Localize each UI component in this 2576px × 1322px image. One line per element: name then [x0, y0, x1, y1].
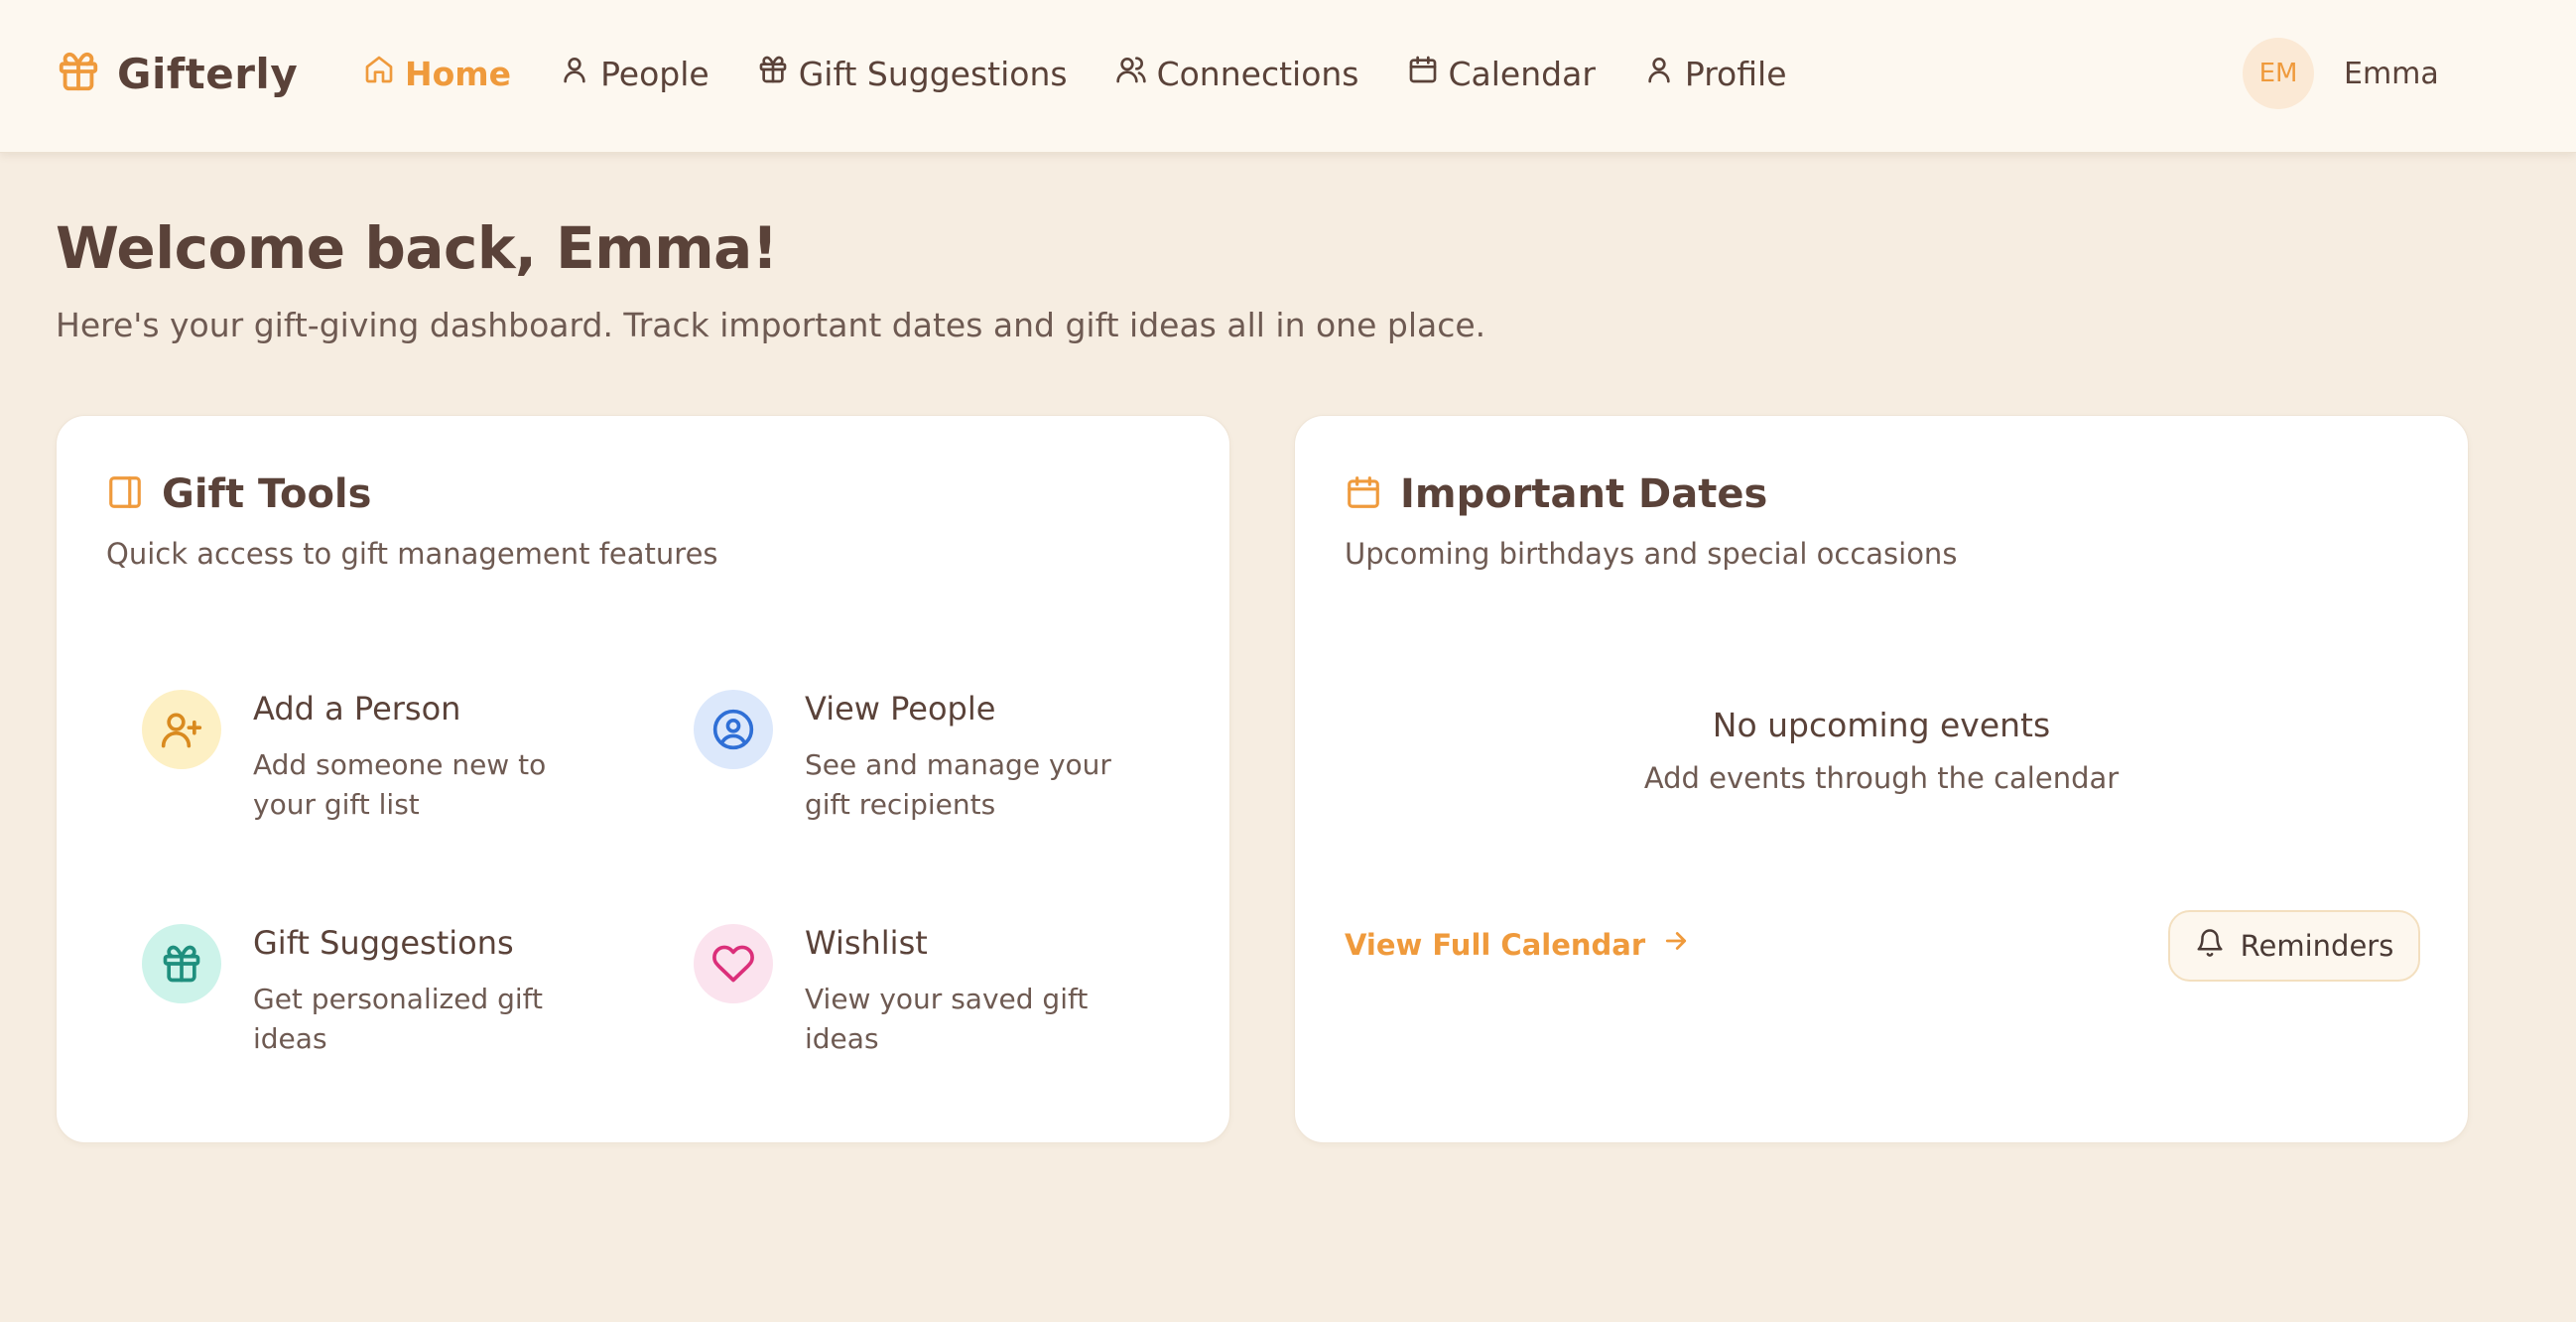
page-subtitle: Here's your gift-giving dashboard. Track… — [56, 306, 1486, 344]
calendar-icon — [1345, 473, 1382, 515]
tool-title: Wishlist — [805, 924, 928, 962]
important-dates-card: Important Dates Upcoming birthdays and s… — [1294, 415, 2469, 1143]
nav-item-label: Calendar — [1448, 54, 1596, 93]
top-navbar: Gifterly Home People Gift Suggestions Co… — [0, 0, 2576, 153]
gift-icon — [142, 924, 221, 1003]
tool-title: Add a Person — [253, 690, 461, 727]
gift-icon — [757, 54, 789, 93]
gift-icon — [56, 49, 101, 98]
calendar-icon — [1407, 54, 1439, 93]
arrow-right-icon — [1661, 926, 1691, 963]
user-name: Emma — [2344, 56, 2439, 91]
empty-state-title: No upcoming events — [1712, 706, 2051, 744]
tool-description: Get personalized gift ideas — [253, 983, 543, 1055]
card-subtitle: Quick access to gift management features — [106, 537, 718, 571]
heart-icon — [694, 924, 773, 1003]
brand-name: Gifterly — [117, 49, 299, 98]
nav-item-home[interactable]: Home — [363, 54, 511, 93]
card-title: Gift Tools — [162, 471, 372, 517]
brand-logo[interactable]: Gifterly — [56, 44, 298, 103]
tool-title: View People — [805, 690, 996, 727]
reminders-button[interactable]: Reminders — [2168, 910, 2420, 982]
user-menu[interactable]: EM Emma — [2243, 38, 2439, 109]
tool-description: See and manage your gift recipients — [805, 748, 1111, 821]
bell-icon — [2195, 928, 2225, 965]
user-icon — [1643, 54, 1675, 93]
tool-title: Gift Suggestions — [253, 924, 514, 962]
card-subtitle: Upcoming birthdays and special occasions — [1345, 537, 1958, 571]
card-header: Gift Tools — [106, 471, 371, 517]
card-title: Important Dates — [1400, 471, 1768, 517]
panel-icon — [106, 473, 144, 515]
nav-item-calendar[interactable]: Calendar — [1407, 54, 1596, 93]
users-icon — [1115, 54, 1147, 93]
avatar[interactable]: EM — [2243, 38, 2314, 109]
empty-state-subtitle: Add events through the calendar — [1643, 761, 2120, 795]
user-circle-icon — [694, 690, 773, 769]
nav-item-label: People — [600, 54, 709, 93]
nav-item-label: Gift Suggestions — [798, 54, 1068, 93]
tool-description: Add someone new to your gift list — [253, 748, 547, 821]
nav-item-label: Profile — [1684, 54, 1787, 93]
home-icon — [363, 54, 395, 93]
nav-item-label: Home — [405, 54, 512, 93]
view-full-calendar-link[interactable]: View Full Calendar — [1345, 926, 1691, 963]
user-icon — [559, 54, 590, 93]
main-nav: Home People Gift Suggestions Connections… — [363, 44, 1835, 103]
card-header: Important Dates — [1345, 471, 1767, 517]
nav-item-connections[interactable]: Connections — [1115, 54, 1359, 93]
nav-item-profile[interactable]: Profile — [1643, 54, 1787, 93]
gift-tools-card: Gift Tools Quick access to gift manageme… — [56, 415, 1230, 1143]
page-title: Welcome back, Emma! — [56, 214, 778, 282]
user-plus-icon — [142, 690, 221, 769]
nav-item-label: Connections — [1156, 54, 1359, 93]
link-label: View Full Calendar — [1345, 927, 1646, 962]
reminders-label: Reminders — [2240, 929, 2394, 963]
tool-description: View your saved gift ideas — [805, 983, 1089, 1055]
nav-item-people[interactable]: People — [559, 54, 709, 93]
nav-item-gift-suggestions[interactable]: Gift Suggestions — [757, 54, 1068, 93]
